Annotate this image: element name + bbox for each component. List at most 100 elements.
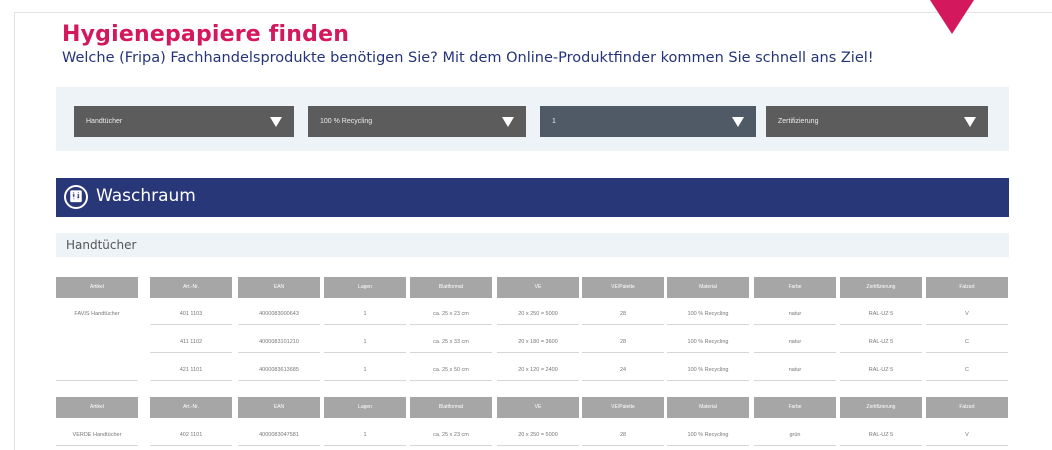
row-divider <box>754 445 836 446</box>
row-divider <box>238 445 320 446</box>
row-divider <box>926 380 1008 381</box>
filter-select-category-label: Handtücher <box>86 118 123 125</box>
table-cell: 100 % Recycling <box>687 432 729 438</box>
row-divider <box>754 380 836 381</box>
table-row: 411 1102 4000083101210 1 ca. 25 x 33 cm 20 x… <box>56 332 1009 353</box>
section-header: 🚻︎ Waschraum <box>56 178 1009 217</box>
row-divider <box>667 324 749 325</box>
table-cell: 1 <box>363 432 367 438</box>
table-cell: 4000083000643 <box>259 311 299 317</box>
row-divider <box>324 380 406 381</box>
table-cell: RAL-UZ 5 <box>868 339 894 345</box>
row-divider <box>238 380 320 381</box>
table-header-row: Artikel Art.-Nr. EAN Lagen Blattformat VE VE/P… <box>56 277 1009 298</box>
subsection-header: Handtücher <box>56 233 1009 257</box>
row-divider <box>410 380 492 381</box>
subsection-title: Handtücher <box>66 238 137 252</box>
row-divider <box>840 324 922 325</box>
row-divider <box>582 352 664 353</box>
page-frame <box>14 12 1052 450</box>
column-header: Material <box>667 277 749 298</box>
row-divider <box>497 352 579 353</box>
column-header: Zertifizierung <box>840 277 922 298</box>
filter-select-certification[interactable]: Zertifizierung <box>766 106 988 137</box>
table-cell: 100 % Recycling <box>687 367 729 373</box>
row-divider <box>582 445 664 446</box>
table-cell: RAL-UZ 5 <box>868 311 894 317</box>
row-divider <box>56 445 138 446</box>
column-header: Artikel <box>56 277 138 298</box>
filter-select-layers[interactable]: 1 <box>540 106 756 137</box>
column-header: EAN <box>238 277 320 298</box>
table-cell: ca. 25 x 33 cm <box>433 339 469 345</box>
filter-select-material[interactable]: 100 % Recycling <box>308 106 526 137</box>
column-header: Art.-Nr. <box>150 397 232 418</box>
table-cell: 24 <box>619 367 627 373</box>
table-cell <box>56 332 138 353</box>
row-divider <box>582 380 664 381</box>
table-cell: 100 % Recycling <box>687 311 729 317</box>
table-cell: 1 <box>363 339 367 345</box>
filter-select-layers-label: 1 <box>552 118 556 125</box>
table-cell: 20 x 250 = 5000 <box>518 432 558 438</box>
page-subtitle: Welche (Fripa) Fachhandelsprodukte benöt… <box>62 50 874 66</box>
row-divider <box>410 324 492 325</box>
table-cell: ca. 25 x 50 cm <box>433 367 469 373</box>
table-cell: 20 x 250 = 5000 <box>518 311 558 317</box>
row-divider <box>582 324 664 325</box>
row-divider <box>410 352 492 353</box>
table-cell: 411 1102 <box>179 339 203 345</box>
table-cell: 402 1101 <box>179 432 203 438</box>
table-cell <box>56 360 138 381</box>
table-cell: 28 <box>619 339 627 345</box>
table-cell: 1 <box>363 311 367 317</box>
table-row: FAVIS Handtücher 401 1103 4000083000643 1 ca… <box>56 304 1009 325</box>
table-cell: 28 <box>619 432 627 438</box>
column-header: Farbe <box>754 277 836 298</box>
column-header: Art.-Nr. <box>150 277 232 298</box>
row-divider <box>754 324 836 325</box>
table-cell: RAL-UZ 5 <box>868 367 894 373</box>
restroom-icon: 🚻︎ <box>64 185 88 209</box>
table-cell: 401 1103 <box>179 311 203 317</box>
table-cell: ca. 25 x 23 cm <box>433 311 469 317</box>
row-divider <box>324 324 406 325</box>
table-cell: grün <box>789 432 801 438</box>
filter-select-certification-label: Zertifizierung <box>778 118 819 125</box>
section-title: Waschraum <box>96 186 196 206</box>
table-cell: 100 % Recycling <box>687 339 729 345</box>
table-row: 421 1101 4000083613685 1 ca. 25 x 50 cm 20 x… <box>56 360 1009 381</box>
page-title: Hygienepapiere finden <box>62 22 350 47</box>
table-cell: VERDE Handtücher <box>72 432 122 438</box>
row-divider <box>497 445 579 446</box>
table-cell: 4000083101210 <box>259 339 299 345</box>
column-header: Lagen <box>324 397 406 418</box>
column-header: VE <box>497 397 579 418</box>
table-cell: ca. 25 x 23 cm <box>433 432 469 438</box>
chevron-down-icon <box>964 117 976 127</box>
table-cell: V <box>965 432 969 438</box>
row-divider <box>667 352 749 353</box>
bookmark-marker-icon <box>930 0 974 34</box>
column-header: Farbe <box>754 397 836 418</box>
table-cell: natur <box>788 311 802 317</box>
table-cell: C <box>965 367 969 373</box>
column-header: Lagen <box>324 277 406 298</box>
table-cell: 28 <box>619 311 627 317</box>
chevron-down-icon <box>270 117 282 127</box>
row-divider <box>926 324 1008 325</box>
row-divider <box>324 352 406 353</box>
column-header: Blattformat <box>410 277 492 298</box>
column-header: Material <box>667 397 749 418</box>
row-divider <box>667 445 749 446</box>
table-cell: RAL-UZ 5 <box>868 432 894 438</box>
table-cell: FAVIS Handtücher <box>74 311 120 317</box>
row-divider <box>410 445 492 446</box>
column-header: EAN <box>238 397 320 418</box>
table-cell: 20 x 120 = 2400 <box>518 367 558 373</box>
row-divider <box>238 324 320 325</box>
table-cell: 4000083613685 <box>259 367 299 373</box>
row-divider <box>667 380 749 381</box>
row-divider <box>840 352 922 353</box>
filter-select-category[interactable]: Handtücher <box>74 106 294 137</box>
